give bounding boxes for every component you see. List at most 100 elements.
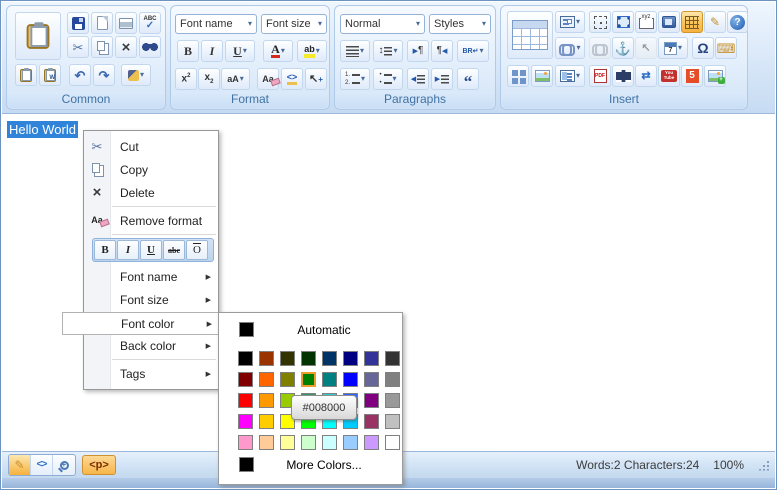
menu-item-font-size[interactable]: Font size ▶ (84, 288, 218, 311)
custom-tag-button[interactable]: xyz (635, 11, 657, 33)
design-mode-button[interactable]: ✎ (9, 455, 31, 475)
color-swatch[interactable] (364, 372, 379, 387)
right-to-left-button[interactable]: ¶◀ (431, 40, 453, 62)
color-swatch[interactable] (322, 351, 337, 366)
menu-item-font-color[interactable]: Font color ▶ (62, 312, 219, 335)
image-gallery-button[interactable]: + (704, 65, 726, 87)
left-to-right-button[interactable]: ▶¶ (407, 40, 429, 62)
line-spacing-button[interactable]: ↕ ▾ (373, 40, 403, 62)
color-swatch[interactable] (364, 393, 379, 408)
undo-button[interactable]: ↶ (69, 64, 91, 86)
html-mode-button[interactable]: <> (31, 455, 53, 475)
paste-from-word-button[interactable]: W (39, 64, 61, 86)
code-snippet-button[interactable]: ⇄ (635, 65, 657, 87)
more-colors-swatch[interactable] (239, 457, 254, 472)
color-swatch[interactable] (322, 435, 337, 450)
color-swatch[interactable] (301, 351, 316, 366)
color-swatch[interactable] (343, 435, 358, 450)
more-colors-row[interactable]: More Colors... (239, 457, 394, 472)
menu-item-remove-format[interactable]: Aa Remove format (84, 209, 218, 232)
color-swatch[interactable] (385, 435, 400, 450)
underline-button[interactable]: U (140, 240, 162, 260)
bullet-list-button[interactable]: • • ▾ (373, 68, 403, 90)
new-document-button[interactable] (91, 12, 113, 34)
preview-mode-button[interactable] (53, 455, 75, 475)
form-element-button[interactable]: ▾ (555, 11, 585, 33)
color-swatch[interactable] (259, 414, 274, 429)
strip-code-button[interactable]: <> (281, 68, 303, 90)
table-cells-button[interactable] (507, 65, 529, 87)
anchor-button[interactable]: ⚓ (612, 37, 634, 59)
media-button[interactable] (612, 65, 634, 87)
save-button[interactable] (67, 12, 89, 34)
blockquote-button[interactable]: “ (457, 68, 479, 90)
select-all-button[interactable]: ↖+ (305, 68, 327, 90)
format-painter-button[interactable]: ▾ (121, 64, 151, 86)
resize-grip[interactable] (758, 460, 769, 471)
insert-table-button[interactable] (507, 11, 553, 59)
color-swatch[interactable] (259, 372, 274, 387)
color-swatch[interactable] (385, 414, 400, 429)
automatic-color-row[interactable]: Automatic (239, 322, 394, 337)
insert-symbol-button[interactable]: Ω (692, 37, 714, 59)
selected-text[interactable]: Hello World (7, 121, 78, 138)
keyboard-button[interactable]: ⌨ (715, 37, 737, 59)
date-time-button[interactable]: 7 ▾ (658, 37, 688, 59)
insert-br-button[interactable]: BR↵ ▾ (457, 40, 489, 62)
font-name-combo[interactable]: Font name ▾ (175, 14, 257, 34)
color-swatch[interactable] (238, 393, 253, 408)
module-button[interactable] (658, 11, 680, 33)
color-swatch[interactable] (238, 351, 253, 366)
font-color-button[interactable]: A ▾ (263, 40, 293, 62)
show-grid-button[interactable] (681, 11, 703, 33)
redo-button[interactable]: ↷ (93, 64, 115, 86)
color-swatch[interactable] (280, 435, 295, 450)
subscript-button[interactable]: x2 (198, 68, 220, 90)
color-swatch[interactable] (238, 414, 253, 429)
color-swatch[interactable] (364, 414, 379, 429)
help-button[interactable]: ? (727, 11, 748, 33)
highlight-color-button[interactable]: ab ▾ (297, 40, 327, 62)
menu-item-delete[interactable]: × Delete (84, 181, 218, 204)
menu-item-copy[interactable]: Copy (84, 158, 218, 181)
form-properties-button[interactable]: ✎ (704, 11, 726, 33)
indent-button[interactable]: ▶ (431, 68, 453, 90)
color-swatch[interactable] (238, 372, 253, 387)
select-element-button[interactable]: ↖ (635, 37, 657, 59)
div-element-button[interactable] (612, 11, 634, 33)
html5-button[interactable]: 5 (681, 65, 703, 87)
italic-button[interactable]: I (201, 40, 223, 62)
change-case-button[interactable]: aA ▾ (221, 68, 250, 90)
menu-item-tags[interactable]: Tags ▶ (84, 362, 218, 385)
underline-button[interactable]: U ▾ (225, 40, 255, 62)
align-button[interactable]: ▾ (340, 40, 370, 62)
color-swatch[interactable] (385, 372, 400, 387)
bold-button[interactable]: B (94, 240, 116, 260)
styles-combo[interactable]: Styles ▾ (429, 14, 491, 34)
outdent-button[interactable]: ◀ (407, 68, 429, 90)
paste-plain-button[interactable] (15, 64, 37, 86)
color-swatch[interactable] (259, 435, 274, 450)
color-swatch[interactable] (280, 372, 295, 387)
font-size-combo[interactable]: Font size ▾ (261, 14, 327, 34)
menu-item-cut[interactable]: ✂ Cut (84, 135, 218, 158)
overline-button[interactable]: O (186, 240, 208, 260)
pdf-button[interactable]: PDF (589, 65, 611, 87)
template-button[interactable]: ▾ (555, 65, 585, 87)
color-swatch[interactable] (385, 351, 400, 366)
youtube-button[interactable]: YouTube (658, 65, 680, 87)
color-swatch[interactable] (301, 372, 316, 387)
color-swatch[interactable] (364, 351, 379, 366)
bold-button[interactable]: B (177, 40, 199, 62)
color-swatch[interactable] (259, 393, 274, 408)
insert-link-button[interactable]: ▾ (555, 37, 585, 59)
find-button[interactable] (139, 36, 161, 58)
menu-item-back-color[interactable]: Back color ▶ (84, 334, 218, 357)
color-swatch[interactable] (259, 351, 274, 366)
spellcheck-button[interactable]: ABC✓ (139, 12, 161, 34)
paste-button[interactable] (15, 12, 61, 60)
print-button[interactable] (115, 12, 137, 34)
insert-image-button[interactable] (531, 65, 553, 87)
color-swatch[interactable] (280, 351, 295, 366)
numbered-list-button[interactable]: 1. 2. ▾ (340, 68, 370, 90)
